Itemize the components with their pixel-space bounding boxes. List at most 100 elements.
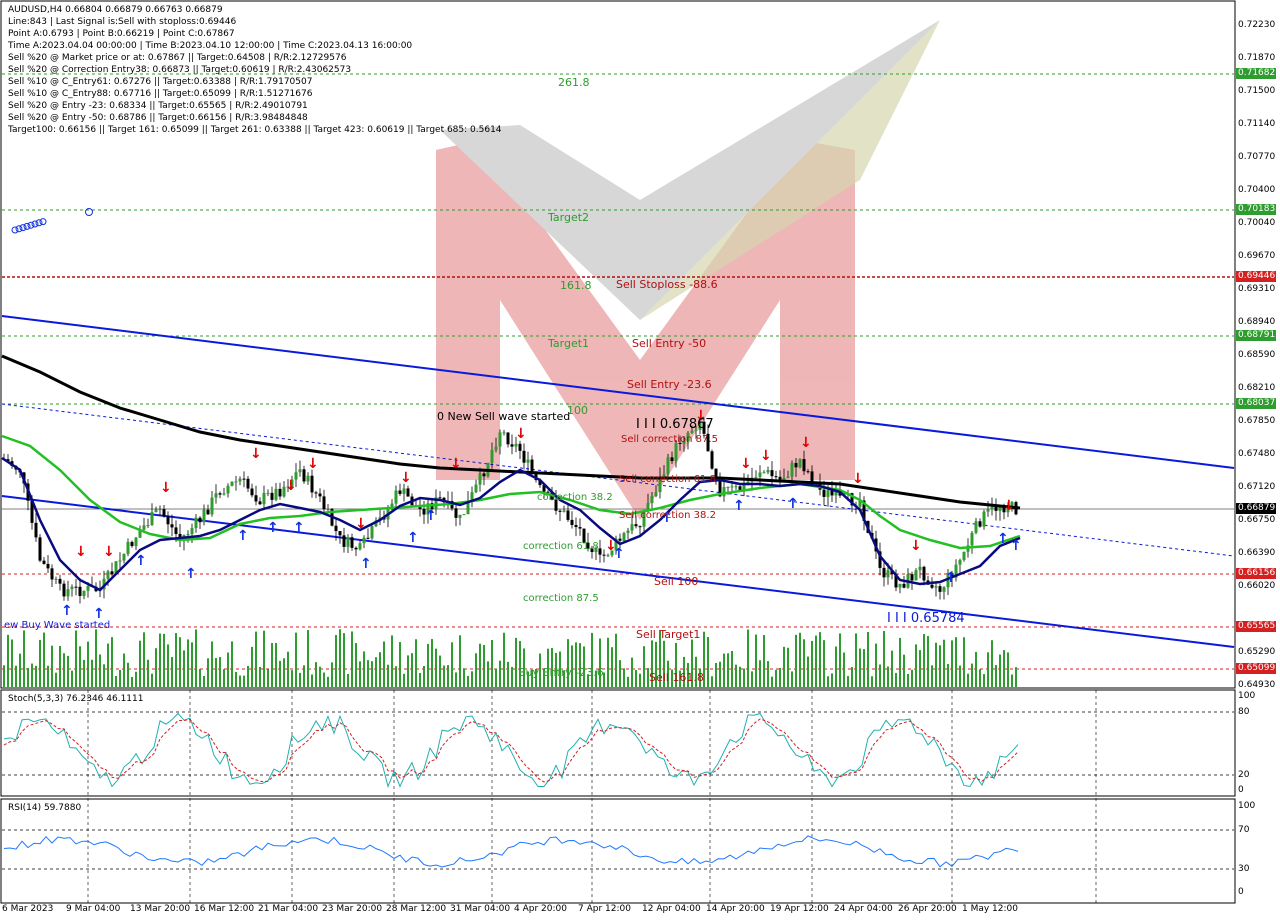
volume-bar [155,648,157,687]
volume-bar [127,662,129,687]
volume-bar [735,664,737,687]
candle-body [358,543,362,550]
volume-bar [247,665,249,687]
candle-body [354,547,358,550]
sell-target1-label: Sell Target1 [636,628,701,641]
candle-body [886,570,890,578]
stoch-title: Stoch(5,3,3) 76.2346 46.1111 [8,694,144,704]
volume-bar [211,641,213,687]
volume-bar [7,634,9,687]
candle-body [238,478,242,482]
date-label: 12 Apr 04:00 [642,904,701,914]
date-label: 21 Mar 04:00 [258,904,319,914]
price-tag: 0.66156 [1236,568,1276,579]
price-axis-label: 0.65290 [1238,647,1276,657]
volume-bar [419,672,421,687]
rsi-level: 100 [1238,801,1256,811]
volume-bar [147,659,149,687]
candle-body [522,450,526,463]
volume-bar [415,639,417,687]
volume-bar [799,632,801,687]
volume-bar [1007,652,1009,687]
candle-body [574,524,578,528]
candle-body [454,508,458,518]
candle-body [62,583,66,597]
volume-bar [855,633,857,687]
chart-canvas[interactable]: ↓ ↓↓↓↓↓↓↓↓↓↓↓↓ ↓↓↓↓↓↑ ↑↑↑↑ ↑ ↑↑↑↑↑↑↑ ↑↑↑ ↑ [0,0,1280,920]
candle-body [74,586,78,588]
volume-bar [319,666,321,687]
volume-bar [471,671,473,687]
volume-bar [203,675,205,687]
volume-bar [975,651,977,687]
point-c-label: I I I 0.67867 [636,417,714,432]
volume-bar [839,633,841,687]
volume-bar [375,657,377,687]
sell-arrow-icon: ↓ [450,456,462,472]
volume-bar [383,641,385,687]
volume-bar [11,639,13,687]
candle-body [766,470,770,473]
volume-bar [183,650,185,687]
candle-body [130,541,134,547]
volume-bar [843,652,845,687]
sell-arrow-icon: ↓ [400,470,412,486]
price-axis-label: 0.66020 [1238,581,1276,591]
candle-body [134,537,138,547]
volume-bar [771,676,773,687]
price-axis-label: 0.70400 [1238,185,1276,195]
volume-bar [959,665,961,687]
volume-bar [823,640,825,687]
sell-arrow-icon: ↓ [1003,498,1015,514]
info-line: Sell %20 @ Entry -23: 0.68334 || Target:… [8,101,308,111]
volume-bar [139,640,141,687]
candle-body [242,478,246,480]
rsi-line [3,835,1019,868]
sell-arrow-icon: ↓ [852,471,864,487]
volume-bar [3,665,5,687]
volume-bar [795,634,797,687]
candle-body [462,514,466,516]
sell-arrow-icon: ↓ [250,446,262,462]
candle-body [798,459,802,468]
volume-bar [87,641,89,687]
date-label: 23 Mar 20:00 [322,904,383,914]
volume-bar [359,661,361,687]
candle-body [126,541,130,554]
wave-marker-icon [15,225,23,233]
volume-bar [103,664,105,687]
volume-bar [291,670,293,687]
candle-body [982,511,986,527]
volume-bar [931,665,933,687]
candle-body [318,493,322,497]
sell-entry-23-label: Sell Entry -23.6 [627,378,712,391]
candle-body [366,537,370,539]
candle-body [58,578,62,584]
candle-body [226,485,230,494]
date-label: 7 Apr 12:00 [578,904,631,914]
candle-body [194,517,198,529]
candle-body [314,492,318,494]
candle-body [722,487,726,497]
volume-bar [935,642,937,687]
volume-bar [919,650,921,687]
rsi-levels [2,829,1234,870]
candle-body [602,554,606,556]
volume-bar [199,668,201,687]
volume-bar [939,645,941,687]
candle-body [806,471,810,473]
volume-bar [511,666,513,687]
volume-bar [951,640,953,687]
volume-bar [431,639,433,687]
volume-bar [875,643,877,687]
candle-body [270,492,274,500]
volume-bar [775,669,777,687]
candle-body [190,528,194,535]
candle-body [222,493,226,495]
candle-body [34,522,38,538]
candle-body [230,481,234,486]
volume-bar [995,665,997,687]
price-tag: 0.68037 [1236,398,1276,409]
volume-bar [575,642,577,687]
volume-bar [479,643,481,687]
